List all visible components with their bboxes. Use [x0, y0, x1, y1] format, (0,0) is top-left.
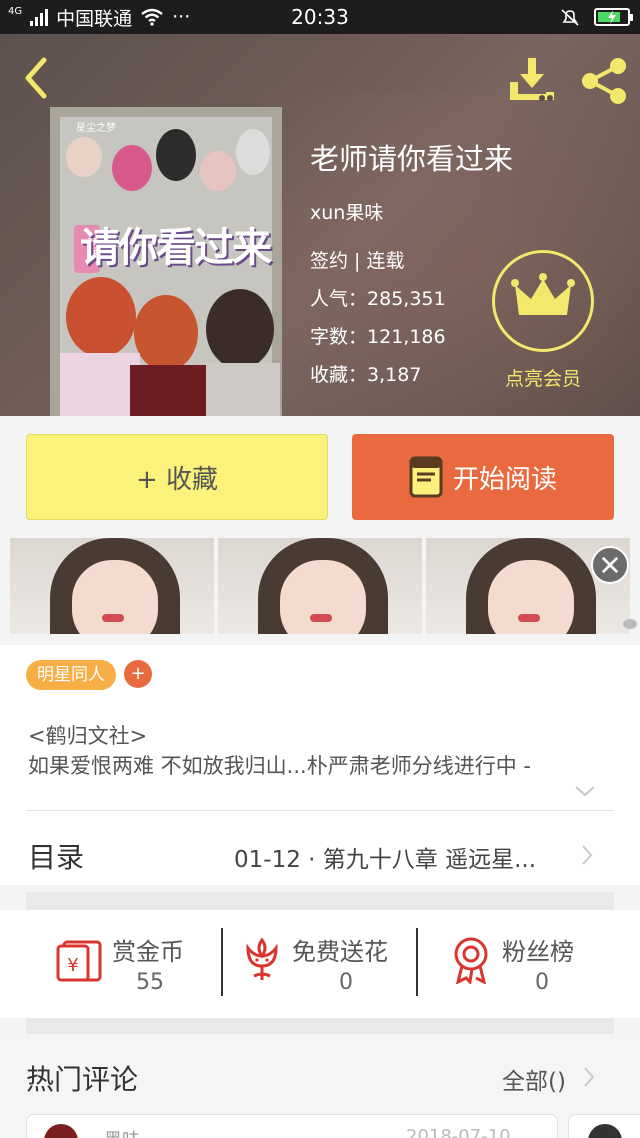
words-row: 字数：121,186 [310, 322, 446, 349]
crown-icon [511, 273, 575, 315]
latest-chapter[interactable]: 01-12 · 第九十八章 遥远星... [234, 840, 536, 874]
fan-rank-count: 0 [535, 970, 549, 995]
red-envelope-icon[interactable]: ¥ [56, 936, 104, 984]
description-line-1: <鹤归文社> [28, 724, 148, 748]
reward-coins-label[interactable]: 赏金币 [112, 932, 184, 967]
book-title: 老师请你看过来 [310, 142, 514, 176]
flower-icon[interactable] [242, 936, 282, 984]
reward-coins-count: 55 [136, 970, 164, 995]
svg-text:¥: ¥ [67, 955, 78, 976]
comment-author: 黑味 [104, 1126, 140, 1138]
book-cover[interactable]: 星尘之梦 老师 请你看过来 [50, 107, 282, 416]
mute-bell-icon [561, 9, 579, 26]
hot-comments-title: 热门评论 [26, 1063, 139, 1096]
close-ad-icon[interactable] [591, 546, 629, 584]
start-reading-label: 开始阅读 [452, 464, 557, 495]
status-bar: 4G 中国联通 ··· 20:33 [0, 0, 640, 34]
book-header: 星尘之梦 老师 请你看过来 老师请你看过来 xun果味 签约 | 连载 人气：2… [0, 34, 640, 416]
favorites-value: 3,187 [367, 364, 422, 386]
vip-badge-button[interactable] [492, 250, 594, 352]
vip-label[interactable]: 点亮会员 [484, 364, 602, 391]
back-icon[interactable] [18, 56, 54, 100]
section-gap [26, 892, 614, 910]
ad-image [10, 538, 214, 634]
popularity-row: 人气：285,351 [310, 284, 446, 311]
popularity-value: 285,351 [367, 288, 446, 310]
separator [221, 928, 223, 996]
cover-title: 请你看过来 [80, 224, 272, 271]
clock: 20:33 [291, 5, 349, 29]
all-comments-link[interactable]: 全部() [502, 1062, 566, 1096]
ad-banner[interactable] [10, 538, 630, 634]
ad-image [218, 538, 422, 634]
favorites-row: 收藏：3,187 [310, 360, 421, 387]
genre-tag[interactable]: 明星同人 [26, 660, 116, 690]
medal-icon[interactable] [450, 936, 492, 984]
section-gap [26, 1018, 614, 1034]
separator [416, 928, 418, 996]
fan-rank-label[interactable]: 粉丝榜 [502, 932, 574, 967]
words-value: 121,186 [367, 326, 446, 348]
chevron-right-icon[interactable] [580, 844, 594, 866]
book-status: 签约 | 连载 [310, 250, 405, 272]
favorites-label: 收藏： [310, 364, 368, 386]
popularity-label: 人气： [310, 288, 368, 310]
comment-date: 2018-07-10 [406, 1126, 511, 1138]
add-tag-button[interactable]: + [124, 660, 152, 688]
description-line-2: 如果爱恨两难 不如放我归山...朴严肃老师分线进行中 - [28, 754, 531, 778]
free-flower-label[interactable]: 免费送花 [292, 932, 388, 967]
words-label: 字数： [310, 326, 368, 348]
free-flower-count: 0 [339, 970, 353, 995]
collect-button[interactable]: + 收藏 [26, 434, 328, 520]
book-author[interactable]: xun果味 [310, 198, 383, 225]
expand-chevron-icon[interactable] [574, 784, 596, 798]
book-icon [409, 456, 443, 498]
ad-mark-icon [623, 619, 637, 629]
share-icon[interactable] [580, 56, 628, 106]
start-reading-button[interactable]: 开始阅读 [352, 434, 614, 520]
toc-label[interactable]: 目录 [28, 836, 84, 876]
download-icon[interactable] [506, 56, 558, 106]
chevron-right-icon[interactable] [582, 1066, 596, 1088]
cover-logo-text: 星尘之梦 [76, 123, 116, 134]
battery-icon [594, 8, 633, 26]
divider [26, 810, 614, 811]
